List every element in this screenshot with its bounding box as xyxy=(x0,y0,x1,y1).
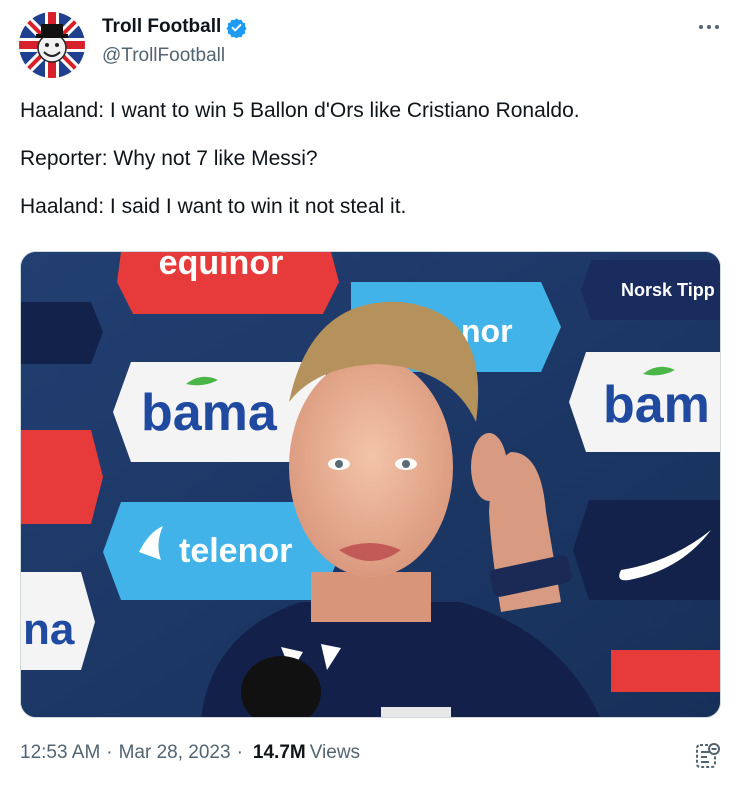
sponsor-bama: bama xyxy=(141,384,278,442)
meta-separator: · xyxy=(106,742,113,763)
svg-text:na: na xyxy=(23,605,75,654)
tweet-date[interactable]: Mar 28, 2023 xyxy=(119,742,231,764)
tweet-line: Haaland: I want to win 5 Ballon d'Ors li… xyxy=(20,99,580,122)
sponsor-equinor: equinor xyxy=(159,252,284,282)
avatar[interactable] xyxy=(19,12,85,78)
tweet-line: Reporter: Why not 7 like Messi? xyxy=(20,147,318,170)
more-icon[interactable] xyxy=(696,14,722,40)
tweet-photo[interactable]: equinor Norsk Tipp nor bama bam telenor … xyxy=(20,251,721,718)
sponsor-telenor: telenor xyxy=(179,532,292,570)
tweet-text: Haaland: I want to win 5 Ballon d'Ors li… xyxy=(20,97,720,241)
tweet-card: Troll Football @TrollFootball Haaland: I… xyxy=(0,0,746,787)
svg-text:bam: bam xyxy=(603,376,710,434)
views-label[interactable]: Views xyxy=(310,742,360,764)
handle[interactable]: @TrollFootball xyxy=(102,45,225,67)
verified-badge-icon[interactable] xyxy=(226,17,247,39)
sponsor-norsk-tipping: Norsk Tipp xyxy=(621,280,715,300)
display-name[interactable]: Troll Football xyxy=(102,16,221,38)
views-count[interactable]: 14.7M xyxy=(253,742,306,764)
author-name-row[interactable]: Troll Football xyxy=(102,16,247,39)
meta-separator: · xyxy=(236,742,243,763)
tweet-line: Haaland: I said I want to win it not ste… xyxy=(20,195,407,218)
sponsor-partial: nor xyxy=(461,313,513,349)
post-analytics-icon[interactable] xyxy=(695,742,721,770)
tweet-meta: 12:53 AM · Mar 28, 2023 · 14.7M Views xyxy=(20,742,360,764)
tweet-time[interactable]: 12:53 AM xyxy=(20,742,100,764)
